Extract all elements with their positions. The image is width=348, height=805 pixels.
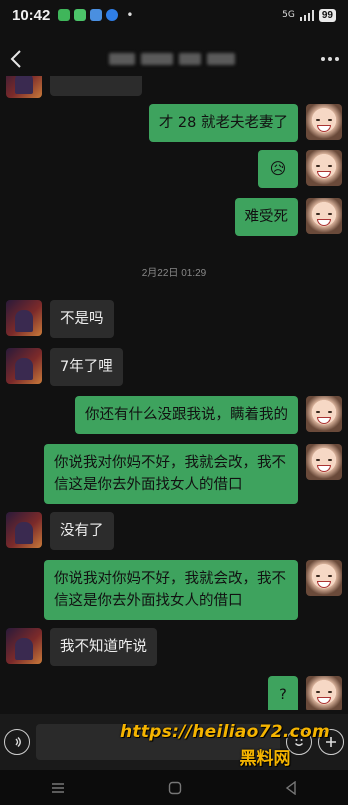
message-bubble-self[interactable]: 才 28 就老夫老妻了 <box>148 104 298 142</box>
self-avatar[interactable] <box>306 396 342 432</box>
system-nav-bar <box>0 770 348 805</box>
battery-indicator: 99 <box>318 8 336 22</box>
message-row: ? <box>268 676 342 710</box>
redacted-block <box>207 53 235 65</box>
voice-input-icon[interactable] <box>4 729 30 755</box>
message-row: 😥 <box>258 150 342 188</box>
message-bubble-other[interactable]: 我不知道咋说 <box>50 628 157 666</box>
back-nav-icon[interactable] <box>285 780 297 795</box>
message-row: 不是吗 <box>6 300 114 338</box>
app-notification-icon <box>106 9 119 21</box>
app-notification-icon <box>90 9 103 21</box>
self-avatar[interactable] <box>306 150 342 186</box>
watermark: https://heiliao72.com 黑料网 <box>120 722 330 769</box>
self-avatar[interactable] <box>306 676 342 710</box>
message-bubble-self[interactable]: 你说我对你妈不好，我就会改，我不信这是你去外面找女人的借口 <box>44 444 298 504</box>
message-bubble-self[interactable]: 你说我对你妈不好，我就会改，我不信这是你去外面找女人的借口 <box>44 560 298 620</box>
message-row: 你说我对你妈不好，我就会改，我不信这是你去外面找女人的借口 <box>44 444 342 504</box>
status-right: 5G 99 <box>282 8 336 22</box>
menu-icon[interactable] <box>51 782 65 794</box>
contact-avatar[interactable] <box>6 628 42 664</box>
message-row: 没有了 <box>6 512 114 550</box>
message-bubble-self[interactable]: 你还有什么没跟我说，瞒着我的 <box>75 396 298 434</box>
signal-icon <box>299 9 314 21</box>
app-notification-icon <box>74 9 87 21</box>
message-row <box>6 76 142 98</box>
home-icon[interactable] <box>168 781 182 795</box>
message-timestamp: 2月22日 01:29 <box>141 268 207 279</box>
signal-label: 5G <box>282 10 295 20</box>
message-bubble-self[interactable]: 难受死 <box>234 198 298 236</box>
message-row: 才 28 就老夫老妻了 <box>148 104 342 142</box>
message-bubble-other[interactable]: 7年了哩 <box>50 348 123 386</box>
contact-avatar[interactable] <box>6 512 42 548</box>
redacted-block <box>141 53 173 65</box>
status-bar: 10:42 • 5G 99 <box>0 0 348 30</box>
message-bubble-other[interactable]: 没有了 <box>50 512 114 550</box>
self-avatar[interactable] <box>306 198 342 234</box>
message-bubble-self[interactable]: ? <box>268 676 298 710</box>
self-avatar[interactable] <box>306 560 342 596</box>
redacted-block <box>109 53 135 65</box>
chat-header <box>0 42 348 76</box>
status-time: 10:42 <box>12 6 51 24</box>
more-icon[interactable] <box>318 57 342 61</box>
redacted-block <box>179 53 201 65</box>
chat-message-list[interactable]: 才 28 就老夫老妻了 😥 难受死 2月22日 01:29 不是吗 7年了哩 你… <box>0 76 348 710</box>
back-icon[interactable] <box>6 47 26 71</box>
self-avatar[interactable] <box>306 104 342 140</box>
chat-title-redacted <box>26 53 318 65</box>
message-bubble-other[interactable]: 不是吗 <box>50 300 114 338</box>
watermark-site-name: 黑料网 <box>239 749 291 769</box>
app-notification-icon <box>58 9 71 21</box>
message-bubble-emoji[interactable]: 😥 <box>258 150 298 188</box>
message-row: 你说我对你妈不好，我就会改，我不信这是你去外面找女人的借口 <box>44 560 342 620</box>
message-row: 我不知道咋说 <box>6 628 157 666</box>
contact-avatar[interactable] <box>6 348 42 384</box>
self-avatar[interactable] <box>306 444 342 480</box>
watermark-url: https://heiliao72.com <box>119 722 330 742</box>
message-row: 你还有什么没跟我说，瞒着我的 <box>75 396 342 434</box>
status-app-icons: • <box>58 8 133 22</box>
message-row: 7年了哩 <box>6 348 123 386</box>
contact-avatar[interactable] <box>6 76 42 98</box>
more-notifications-icon: • <box>126 8 134 22</box>
message-bubble-partial[interactable] <box>50 76 142 96</box>
contact-avatar[interactable] <box>6 300 42 336</box>
message-row: 难受死 <box>234 198 342 236</box>
